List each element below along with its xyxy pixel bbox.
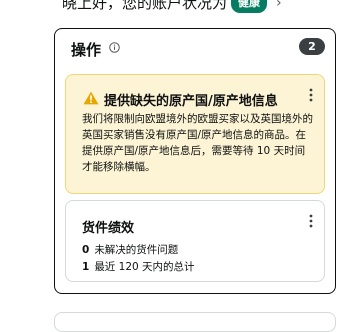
account-status[interactable]: 晓上好，您的账户状况为 健康 ›	[62, 0, 282, 13]
actions-title: 操作	[71, 41, 102, 59]
alert-message: 我们将限制向欧盟境外的欧盟买家以及英国境外的英国买家销售没有原产国/原产地信息的…	[82, 113, 313, 173]
account-health-badge: 健康	[231, 0, 268, 13]
alert-title: 提供缺失的原产国/原产地信息	[104, 94, 278, 109]
performance-title: 货件绩效	[82, 221, 135, 236]
next-card	[54, 312, 336, 332]
account-status-text: 晓上好，您的账户状况为	[62, 0, 228, 12]
shipment-performance-card[interactable]: 货件绩效 0 未解决的货件问题 1 最近 120 天内的总计	[65, 200, 325, 282]
performance-row: 0 未解决的货件问题	[82, 242, 178, 257]
more-options-icon[interactable]	[308, 88, 314, 102]
actions-count-badge: 2	[299, 38, 325, 55]
missing-origin-alert[interactable]: 提供缺失的原产国/原产地信息 我们将限制向欧盟境外的欧盟买家以及英国境外的英国买…	[65, 74, 325, 194]
total-label: 最近 120 天内的总计	[94, 261, 195, 273]
performance-row: 1 最近 120 天内的总计	[82, 259, 195, 274]
total-count: 1	[82, 261, 90, 273]
info-icon[interactable]	[109, 42, 120, 53]
unresolved-count: 0	[82, 244, 90, 256]
unresolved-label: 未解决的货件问题	[94, 244, 179, 256]
account-status-bar: 晓上好，您的账户状况为 健康 ›	[0, 0, 340, 22]
more-options-icon[interactable]	[308, 214, 314, 228]
actions-card: 操作 2 提供缺失的原产国/原产地信息 我们将限制向欧盟境外的欧盟买家以及英国境…	[54, 28, 336, 294]
warning-icon	[83, 91, 99, 105]
chevron-right-icon[interactable]: ›	[276, 0, 282, 11]
